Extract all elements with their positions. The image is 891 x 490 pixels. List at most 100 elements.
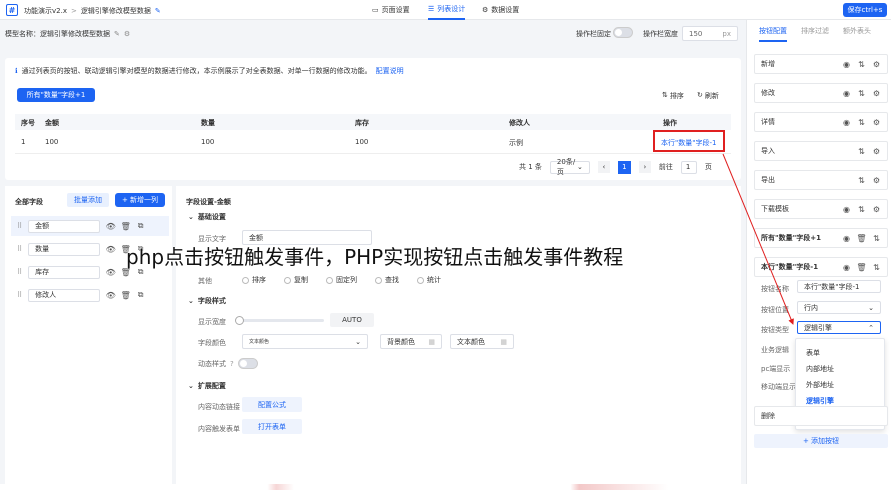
trash-icon[interactable]: 🗑	[856, 234, 866, 243]
open-form-button[interactable]: 打开表单	[242, 419, 302, 434]
settings-icon[interactable]: ⚙	[872, 118, 881, 127]
width-slider[interactable]	[235, 316, 324, 325]
color-select[interactable]: 文本颜色 ⌄	[242, 334, 368, 349]
help-icon[interactable]: ?	[230, 360, 234, 368]
swap-icon[interactable]: ⇅	[857, 147, 866, 156]
eye-icon[interactable]: 👁	[106, 291, 116, 300]
eye-icon[interactable]: ◉	[842, 234, 851, 243]
page-size-select[interactable]: 20条/页 ⌄	[549, 158, 590, 176]
option-fixed[interactable]: 固定列	[326, 275, 357, 285]
button-row-row-quantity-minus[interactable]: 本行"数量"字段-1 ◉ 🗑 ⇅	[754, 257, 888, 277]
eye-icon[interactable]: ◉	[842, 118, 851, 127]
info-link[interactable]: 配置说明	[376, 66, 404, 76]
dropdown-item-internal[interactable]: 内部地址	[796, 361, 884, 377]
goto-input[interactable]: 1	[680, 160, 697, 174]
eye-icon[interactable]: 👁	[106, 222, 116, 231]
tab-data-settings[interactable]: ⚙ 数据设置	[482, 0, 519, 20]
button-row-detail[interactable]: 详情 ◉ ⇅ ⚙	[754, 112, 888, 132]
width-input[interactable]: 150 px	[682, 26, 738, 41]
tab-page-settings[interactable]: ▭ 页面设置	[372, 0, 410, 20]
batch-add-button[interactable]: 批量添加	[67, 193, 109, 207]
config-formula-button[interactable]: 配置公式	[242, 397, 302, 412]
dropdown-item-external[interactable]: 外部地址	[796, 377, 884, 393]
style-section[interactable]: ⌄ 字段样式	[188, 296, 226, 306]
all-quantity-plus-button[interactable]: 所有"数量"字段+1	[17, 88, 95, 102]
settings-icon[interactable]: ⚙	[872, 60, 881, 69]
button-row-add[interactable]: 新增 ◉ ⇅ ⚙	[754, 54, 888, 74]
settings-icon[interactable]: ⚙	[872, 89, 881, 98]
swap-icon[interactable]: ⇅	[857, 176, 866, 185]
trash-icon[interactable]: 🗑	[856, 263, 866, 272]
pagination: 共 1 条 20条/页 ⌄ ‹ 1 › 前往 1 页	[519, 158, 712, 176]
chevron-down-icon: ⌄	[188, 382, 194, 390]
tab-sort-filter[interactable]: 排序过滤	[801, 26, 829, 42]
next-page-button[interactable]: ›	[638, 161, 651, 173]
swap-icon[interactable]: ⇅	[857, 60, 866, 69]
tab-list-design[interactable]: ☰ 列表设计	[428, 0, 466, 20]
list-icon: ☰	[428, 5, 435, 13]
dynamic-style-toggle[interactable]	[237, 358, 258, 369]
page-1-button[interactable]: 1	[617, 160, 631, 174]
drag-handle-icon[interactable]: ⠿	[17, 245, 22, 253]
button-name-input[interactable]: 本行"数量"字段-1	[797, 280, 881, 293]
edit-icon[interactable]: ✎	[114, 30, 120, 38]
basic-section[interactable]: ⌄ 基础设置	[188, 212, 226, 222]
add-column-button[interactable]: + 新增一列	[115, 193, 165, 207]
swap-icon[interactable]: ⇅	[857, 118, 866, 127]
option-copy[interactable]: 复制	[284, 275, 308, 285]
button-row-all-quantity-plus[interactable]: 所有"数量"字段+1 ◉ 🗑 ⇅	[754, 228, 888, 248]
save-button[interactable]: 保存ctrl+s	[843, 3, 887, 17]
settings-icon[interactable]: ⚙	[124, 30, 130, 38]
chevron-down-icon: ⌄	[188, 213, 194, 221]
copy-icon[interactable]: ⧉	[136, 290, 145, 300]
option-stats[interactable]: 统计	[417, 275, 441, 285]
eye-icon[interactable]: ◉	[842, 60, 851, 69]
button-type-select[interactable]: 逻辑引擎 ⌃	[797, 321, 881, 334]
eye-icon[interactable]: 👁	[106, 268, 116, 277]
button-row-edit[interactable]: 修改 ◉ ⇅ ⚙	[754, 83, 888, 103]
tab-extra-header[interactable]: 额外表头	[843, 26, 871, 42]
dropdown-item-form[interactable]: 表单	[796, 345, 884, 361]
button-row-delete[interactable]: 删除	[754, 406, 888, 426]
settings-icon[interactable]: ⚙	[872, 205, 881, 214]
drag-handle-icon[interactable]: ⠿	[17, 291, 22, 299]
sort-button[interactable]: ⇅ 排序	[662, 91, 684, 101]
drag-handle-icon[interactable]: ⠿	[17, 222, 22, 230]
swap-icon[interactable]: ⇅	[857, 89, 866, 98]
field-item[interactable]: ⠿ 金额 👁 🗑 ⧉	[11, 216, 169, 236]
button-row-export[interactable]: 导出 ⇅ ⚙	[754, 170, 888, 190]
copy-icon[interactable]: ⧉	[136, 221, 145, 231]
eye-icon[interactable]: ◉	[842, 205, 851, 214]
swap-icon[interactable]: ⇅	[857, 205, 866, 214]
app-logo[interactable]: #	[6, 4, 18, 16]
ext-section[interactable]: ⌄ 扩展配置	[188, 381, 226, 391]
prev-page-button[interactable]: ‹	[597, 161, 610, 173]
width-auto[interactable]: AUTO	[330, 313, 374, 327]
row-quantity-minus-button[interactable]: 本行"数量"字段-1	[661, 138, 716, 148]
bg-color-picker[interactable]: 背景颜色 ▦	[380, 334, 442, 349]
add-button-button[interactable]: + 添加按钮	[754, 434, 888, 448]
settings-icon[interactable]: ⚙	[872, 176, 881, 185]
trash-icon[interactable]: 🗑	[121, 222, 131, 231]
button-row-import[interactable]: 导入 ⇅ ⚙	[754, 141, 888, 161]
refresh-button[interactable]: ↻ 刷新	[697, 91, 719, 101]
text-color-picker[interactable]: 文本颜色 ▦	[450, 334, 514, 349]
settings-icon[interactable]: ⚙	[872, 147, 881, 156]
swap-icon[interactable]: ⇅	[872, 263, 881, 272]
eye-icon[interactable]: ◉	[842, 89, 851, 98]
eye-icon[interactable]: 👁	[106, 245, 116, 254]
tab-button-config[interactable]: 按钮配置	[759, 26, 787, 42]
button-position-select[interactable]: 行内 ⌄	[797, 301, 881, 314]
eye-icon[interactable]: ◉	[842, 263, 851, 272]
option-sort[interactable]: 排序	[242, 275, 266, 285]
option-search[interactable]: 查找	[375, 275, 399, 285]
fix-toggle[interactable]	[613, 27, 633, 38]
drag-handle-icon[interactable]: ⠿	[17, 268, 22, 276]
swap-icon[interactable]: ⇅	[872, 234, 881, 243]
settings-title: 字段设置-金额	[186, 198, 231, 206]
trash-icon[interactable]: 🗑	[121, 291, 131, 300]
edit-icon[interactable]: ✎	[155, 7, 161, 15]
breadcrumb-app[interactable]: 功能演示v2.x	[24, 6, 67, 16]
field-item[interactable]: ⠿ 修改人 👁 🗑 ⧉	[11, 285, 169, 305]
button-row-download-template[interactable]: 下载模板 ◉ ⇅ ⚙	[754, 199, 888, 219]
